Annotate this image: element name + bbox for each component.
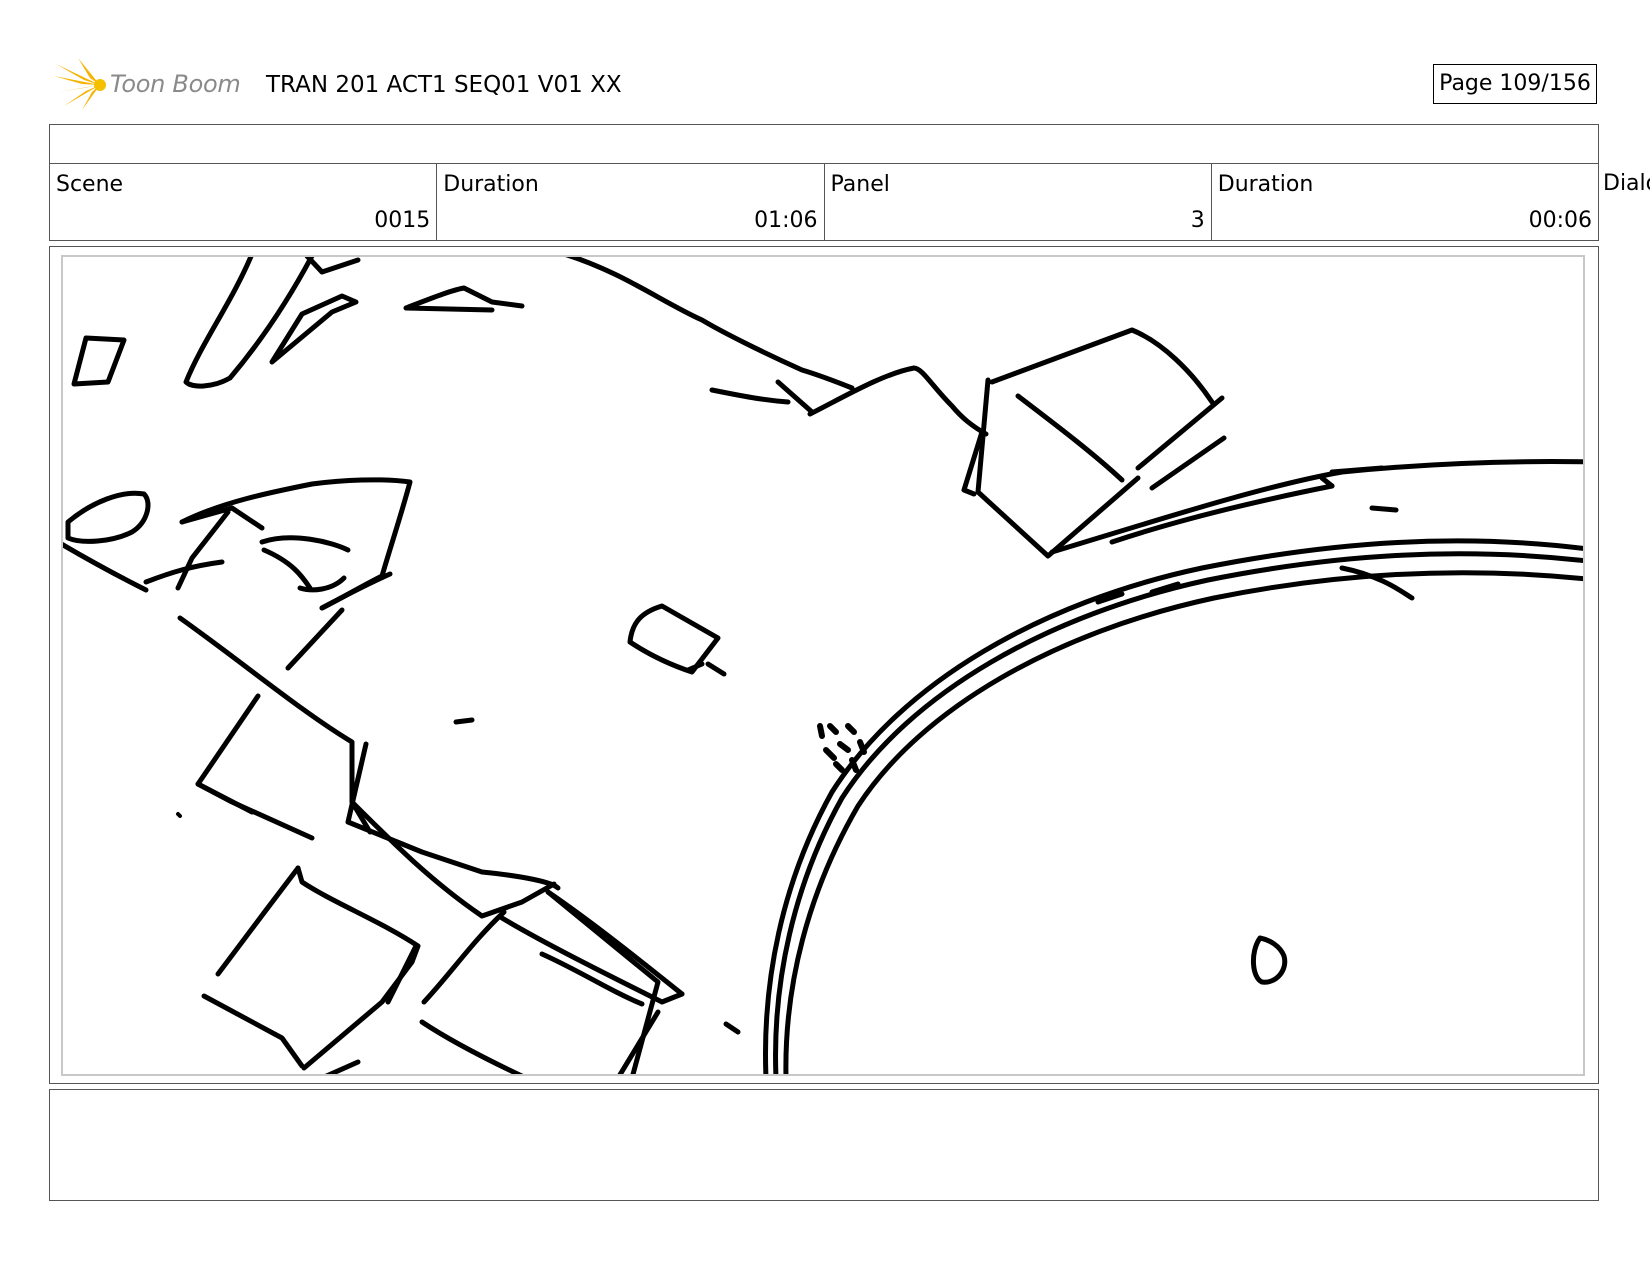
panel-value: 3 (1190, 208, 1205, 233)
panel-safe-frame (61, 255, 1585, 1076)
panel-duration-cell: Duration 00:06 (1212, 164, 1598, 240)
storyboard-sketch (63, 257, 1583, 1074)
panel-duration-label: Duration (1217, 172, 1314, 197)
scene-label: Scene (56, 172, 124, 197)
page-indicator: Page 109/156 (1433, 64, 1597, 104)
panel-cell: Panel 3 (825, 164, 1212, 240)
scene-duration-label: Duration (443, 172, 539, 197)
scene-value: 0015 (374, 208, 431, 233)
document-title: TRAN 201 ACT1 SEQ01 V01 XX (266, 72, 622, 98)
scene-duration-cell: Duration 01:06 (437, 164, 825, 240)
scene-cell: Scene 0015 (50, 164, 438, 240)
dialog-label-clipped: Dialo (1603, 171, 1650, 196)
panel-info-row: Scene 0015 Duration 01:06 Panel 3 Durati… (49, 163, 1599, 241)
panel-duration-value: 00:06 (1528, 208, 1592, 233)
header-empty-box (49, 124, 1599, 164)
panel-label: Panel (830, 172, 890, 197)
scene-duration-value: 01:06 (754, 208, 818, 233)
notes-box (49, 1089, 1599, 1201)
logo-wordmark: Toon Boom (110, 70, 241, 98)
